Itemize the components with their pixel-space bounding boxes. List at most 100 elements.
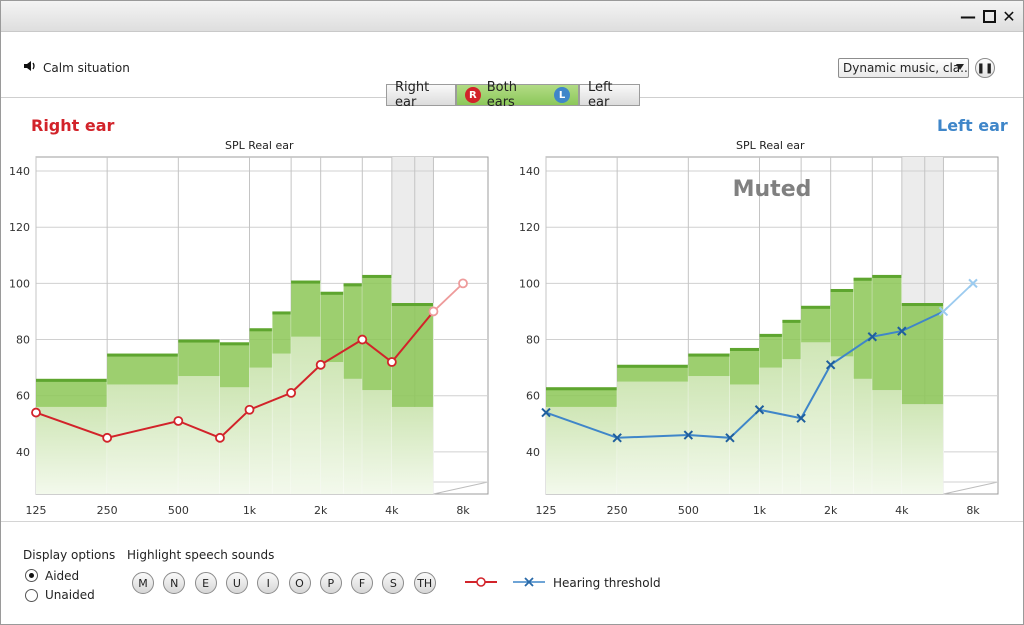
band-light	[343, 378, 363, 494]
app-window: — ✕ Calm situation Dynamic music, cla...…	[0, 0, 1024, 625]
aided-radio[interactable]	[25, 569, 38, 582]
both-ears-button[interactable]: R Both ears L	[456, 80, 579, 110]
band-top	[320, 291, 344, 295]
series-point	[315, 359, 326, 370]
unaided-radio[interactable]	[25, 589, 38, 602]
muted-label: Muted	[733, 177, 812, 202]
band-light	[272, 353, 292, 494]
speech-sound-e-button[interactable]: E	[194, 572, 217, 594]
speech-sound-n-button[interactable]: N	[163, 572, 186, 594]
band-top	[107, 353, 179, 357]
band-dark	[249, 328, 273, 368]
band-dark	[688, 353, 730, 377]
unaided-label: Unaided	[45, 588, 95, 602]
band-light	[782, 359, 802, 494]
situation-label: Calm situation	[23, 60, 130, 75]
speech-sound-o-button[interactable]: O	[288, 572, 311, 594]
band-dark	[36, 378, 108, 407]
close-icon[interactable]: ✕	[1000, 7, 1018, 26]
x-tick-label: 4k	[385, 504, 399, 517]
x-tick-label: 250	[607, 504, 628, 517]
left-ear-button[interactable]: Left ear	[579, 80, 640, 110]
maximize-icon[interactable]	[980, 7, 998, 25]
speech-title: Highlight speech sounds	[127, 548, 275, 562]
band-dark	[782, 319, 802, 360]
title-bar: — ✕	[1, 1, 1023, 32]
aided-label: Aided	[45, 569, 80, 583]
situation-text: Calm situation	[43, 60, 130, 75]
band-top	[362, 274, 392, 278]
band-dark	[729, 347, 760, 385]
ear-selector: Right ear R Both ears L Left ear	[386, 80, 640, 110]
bottom-divider	[1, 521, 1023, 522]
band-top	[759, 333, 783, 337]
x-tick-label: 1k	[753, 504, 767, 517]
band-dark	[801, 305, 831, 343]
band-dark	[219, 342, 250, 388]
music-dropdown[interactable]: Dynamic music, cla...	[838, 58, 969, 78]
band-light	[759, 367, 783, 494]
band-top	[249, 328, 273, 332]
threshold-legend-icon	[513, 577, 545, 587]
band-top	[688, 353, 730, 357]
left-ear-label: Left ear	[588, 80, 613, 110]
y-tick-label: 100	[9, 277, 30, 290]
speech-sound-m-button[interactable]: M	[132, 572, 154, 594]
y-tick-label: 40	[526, 446, 540, 459]
band-top	[901, 303, 944, 307]
band-light	[219, 387, 250, 494]
music-selected: Dynamic music, cla...	[843, 61, 969, 75]
speech-sound-f-button[interactable]: F	[351, 572, 374, 594]
right-ear-button[interactable]: Right ear	[386, 80, 456, 110]
y-tick-label: 60	[16, 390, 30, 403]
y-tick-label: 100	[519, 277, 540, 290]
series-point	[428, 306, 439, 317]
speaker-icon	[23, 60, 37, 75]
band-top	[178, 339, 220, 343]
left-badge-icon: L	[554, 87, 570, 103]
y-tick-label: 120	[9, 221, 30, 234]
band-top	[782, 319, 802, 323]
y-tick-label: 140	[9, 165, 30, 178]
band-top	[853, 277, 873, 281]
chevron-down-icon	[956, 64, 964, 70]
band-light	[872, 390, 902, 494]
x-tick-label: 2k	[824, 504, 838, 517]
pause-icon[interactable]: ❚❚	[975, 58, 995, 78]
band-top	[617, 364, 689, 368]
band-light	[36, 406, 108, 494]
speech-sound-i-button[interactable]: I	[257, 572, 280, 594]
band-dark	[901, 303, 944, 405]
band-top	[801, 305, 831, 309]
x-tick-label: 500	[168, 504, 189, 517]
x-tick-label: 8k	[966, 504, 980, 517]
minimize-icon[interactable]: —	[959, 7, 977, 26]
display-options-title: Display options	[23, 548, 116, 562]
x-tick-label: 125	[26, 504, 47, 517]
speech-sound-th-button[interactable]: TH	[413, 572, 436, 594]
band-dark	[362, 274, 392, 391]
band-top	[391, 303, 434, 307]
speech-sound-u-button[interactable]: U	[225, 572, 248, 594]
band-top	[872, 274, 902, 278]
band-dark	[291, 280, 321, 337]
speech-sound-p-button[interactable]: P	[319, 572, 342, 594]
band-light	[901, 404, 944, 494]
band-dark	[320, 291, 344, 363]
band-dark	[272, 311, 292, 354]
band-dark	[178, 339, 220, 377]
speech-sound-s-button[interactable]: S	[382, 572, 405, 594]
band-dark	[343, 283, 363, 379]
x-tick-label: 2k	[314, 504, 328, 517]
x-tick-label: 250	[97, 504, 118, 517]
band-light	[853, 378, 873, 494]
band-dark	[107, 353, 179, 385]
threshold-legend-label: Hearing threshold	[553, 576, 661, 590]
band-dark	[759, 333, 783, 368]
band-dark	[853, 277, 873, 379]
series-point	[458, 278, 468, 289]
band-light	[107, 384, 179, 494]
left-ear-title: Left ear	[937, 116, 1008, 135]
y-tick-label: 60	[526, 390, 540, 403]
right-ear-label: Right ear	[395, 80, 430, 110]
